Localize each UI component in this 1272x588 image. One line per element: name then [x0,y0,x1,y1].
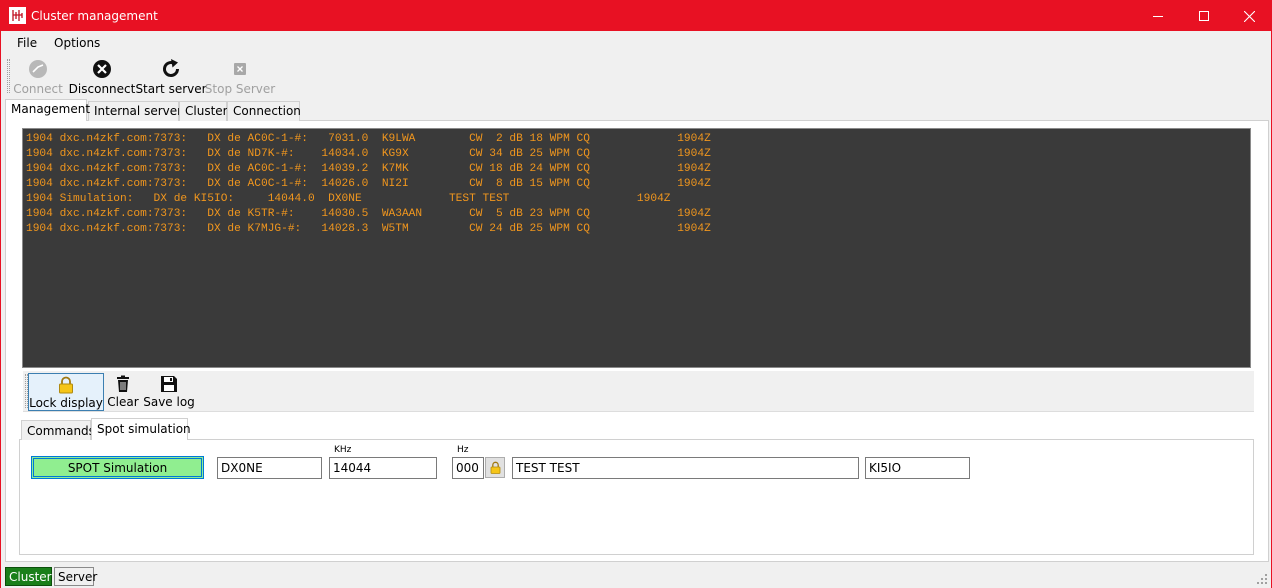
lock-display-button[interactable]: Lock display [28,373,104,411]
menu-bar: File Options [1,32,1271,54]
disconnect-icon [93,60,111,78]
connect-icon [29,60,47,78]
stop-server-label: Stop Server [204,82,276,96]
console-toolbar: Lock display Clear Save log [23,371,1254,412]
tab-commands[interactable]: Commands [21,420,95,440]
console-line: 1904 dxc.n4zkf.com:7373: DX de AC0C-1-#:… [26,178,711,190]
console-line: 1904 Simulation: DX de KI5IO: 14044.0 DX… [26,193,671,205]
clear-button[interactable]: Clear [107,373,139,411]
dx-callsign-field[interactable]: DX0NE [217,457,322,479]
console-line: 1904 dxc.n4zkf.com:7373: DX de K7MJG-#: … [26,223,711,235]
connect-label: Connect [13,82,63,96]
cluster-status[interactable]: Cluster [5,567,52,586]
console-line: 1904 dxc.n4zkf.com:7373: DX de K5TR-#: 1… [26,208,711,220]
close-button[interactable] [1226,1,1272,31]
frequency-khz-field[interactable]: 14044 [329,457,437,479]
refresh-icon [163,59,179,77]
status-bar: Cluster Server [1,565,1271,588]
frequency-hz-field[interactable]: 000 [452,457,484,479]
title-bar[interactable]: Cluster management [1,1,1271,31]
tab-cluster[interactable]: Cluster [179,101,228,121]
lock-display-label: Lock display [29,396,103,410]
close-icon [1243,10,1255,22]
resize-grip-icon[interactable] [1257,574,1268,585]
tab-internal-server[interactable]: Internal server [88,101,182,121]
toolbar-grip[interactable] [7,59,10,93]
padlock-icon [59,376,73,394]
khz-label: KHz [334,445,352,455]
console-line: 1904 dxc.n4zkf.com:7373: DX de AC0C-1-#:… [26,163,711,175]
antenna-app-icon [9,7,26,24]
clear-label: Clear [107,395,139,409]
maximize-icon [1199,11,1209,21]
hz-label: Hz [457,445,469,455]
connect-button[interactable]: Connect [13,56,63,96]
save-log-label: Save log [143,395,195,409]
floppy-disk-icon [161,376,177,392]
save-log-button[interactable]: Save log [143,373,195,411]
cluster-console[interactable]: 1904 dxc.n4zkf.com:7373: DX de AC0C-1-#:… [22,128,1251,368]
maximize-button[interactable] [1181,1,1227,31]
menu-file[interactable]: File [17,36,37,50]
spot-simulation-button[interactable]: SPOT Simulation [31,456,204,479]
main-toolbar: Connect Disconnect Start server Stop Ser… [1,56,1271,98]
disconnect-button[interactable]: Disconnect [68,56,136,96]
minimize-button[interactable] [1135,1,1181,31]
tab-spot-simulation[interactable]: Spot simulation [91,418,191,440]
comment-field[interactable]: TEST TEST [512,457,859,479]
hz-lock-button[interactable] [485,457,505,478]
console-line: 1904 dxc.n4zkf.com:7373: DX de AC0C-1-#:… [26,133,711,145]
start-server-button[interactable]: Start server [135,56,207,96]
start-server-label: Start server [135,82,207,96]
spotter-callsign-field[interactable]: KI5IO [865,457,970,479]
server-status[interactable]: Server [54,567,97,586]
tab-management[interactable]: Management [5,99,90,121]
padlock-icon [490,461,500,474]
disconnect-label: Disconnect [68,82,136,96]
console-line: 1904 dxc.n4zkf.com:7373: DX de ND7K-#: 1… [26,148,711,160]
stop-icon [234,63,246,75]
stop-server-button[interactable]: Stop Server [205,56,275,96]
minimize-icon [1153,16,1163,17]
cluster-management-window: Cluster management File Options Connect [0,0,1272,588]
menu-options[interactable]: Options [54,36,100,50]
window-title: Cluster management [31,9,158,23]
trash-icon [117,375,129,392]
tab-connection[interactable]: Connection [227,101,301,121]
